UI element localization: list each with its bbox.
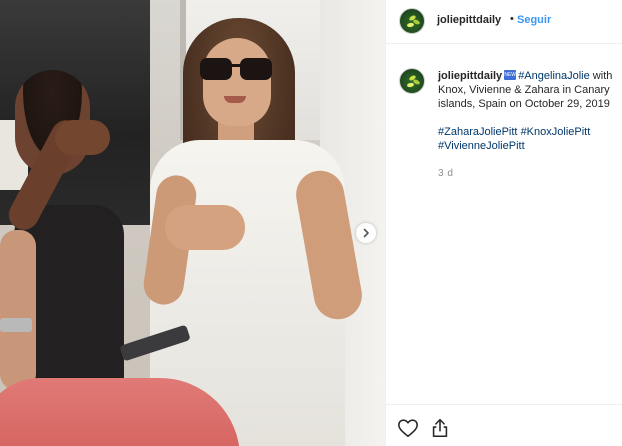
hashtag-link[interactable]: #AngelinaJolie <box>518 70 590 82</box>
caption-text: joliepittdaily NEW #AngelinaJolie with Kno… <box>438 69 616 153</box>
photo-watch <box>0 318 32 332</box>
post-photo[interactable] <box>0 0 385 446</box>
caption-avatar[interactable] <box>399 68 425 94</box>
caption-hashtags: #ZaharaJoliePitt #KnoxJoliePitt #Vivienn… <box>438 125 616 153</box>
avatar[interactable] <box>399 8 425 34</box>
action-bar <box>386 404 622 446</box>
header-separator: • <box>510 13 514 25</box>
photo-woman-face <box>203 38 271 126</box>
photo-girl-hand <box>55 120 110 155</box>
like-button[interactable] <box>397 417 419 439</box>
photo-person-arm <box>0 230 36 390</box>
hashtag-link[interactable]: #VivienneJoliePitt <box>438 140 525 152</box>
post-header: joliepittdaily • Seguir <box>386 0 622 44</box>
header-username-link[interactable]: joliepittdaily <box>437 14 501 26</box>
share-icon <box>432 418 448 438</box>
photo-woman-hands <box>165 205 245 250</box>
hashtag-link[interactable]: #ZaharaJoliePitt <box>438 126 518 138</box>
share-button[interactable] <box>429 417 451 439</box>
post-side-panel: joliepittdaily • Seguir joliepittdaily NE… <box>385 0 622 446</box>
next-photo-button[interactable] <box>356 223 376 243</box>
instagram-post: joliepittdaily • Seguir joliepittdaily NE… <box>0 0 622 446</box>
heart-icon <box>398 419 418 438</box>
follow-button[interactable]: Seguir <box>517 14 551 26</box>
post-timestamp[interactable]: 3 d <box>438 168 453 179</box>
hashtag-link[interactable]: #KnoxJoliePitt <box>521 126 591 138</box>
chevron-right-icon <box>363 228 369 238</box>
caption-username-link[interactable]: joliepittdaily <box>438 70 502 82</box>
photo-woman-mouth <box>224 96 246 103</box>
photo-sunglasses <box>200 58 276 82</box>
new-badge-icon: NEW <box>504 70 517 81</box>
